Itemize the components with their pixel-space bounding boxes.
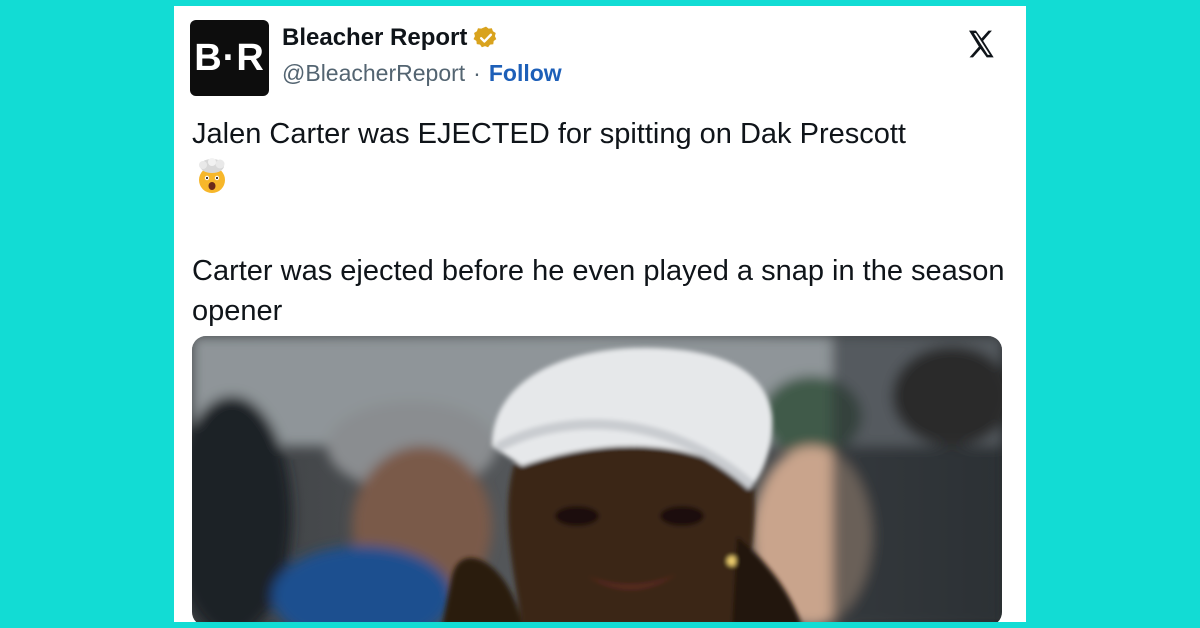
handle-row: @BleacherReport · Follow bbox=[282, 60, 562, 87]
handle[interactable]: @BleacherReport bbox=[282, 60, 465, 87]
tweet-card: B·R Bleacher Report @BleacherReport · Fo… bbox=[174, 6, 1026, 622]
x-logo-icon[interactable] bbox=[964, 28, 998, 60]
follow-button[interactable]: Follow bbox=[489, 60, 562, 87]
tweet-text: Jalen Carter was EJECTED for spitting on… bbox=[192, 114, 1012, 331]
avatar[interactable]: B·R bbox=[190, 20, 269, 96]
name-row: Bleacher Report bbox=[282, 24, 499, 52]
display-name[interactable]: Bleacher Report bbox=[282, 24, 467, 52]
exploding-head-emoji-icon bbox=[199, 158, 225, 193]
video-thumbnail[interactable] bbox=[192, 336, 1002, 622]
tweet-line-1: Jalen Carter was EJECTED for spitting on… bbox=[192, 118, 906, 150]
separator: · bbox=[473, 60, 481, 86]
tweet-paragraph-2: Carter was ejected before he even played… bbox=[192, 255, 1005, 327]
verified-badge-icon bbox=[473, 26, 497, 48]
